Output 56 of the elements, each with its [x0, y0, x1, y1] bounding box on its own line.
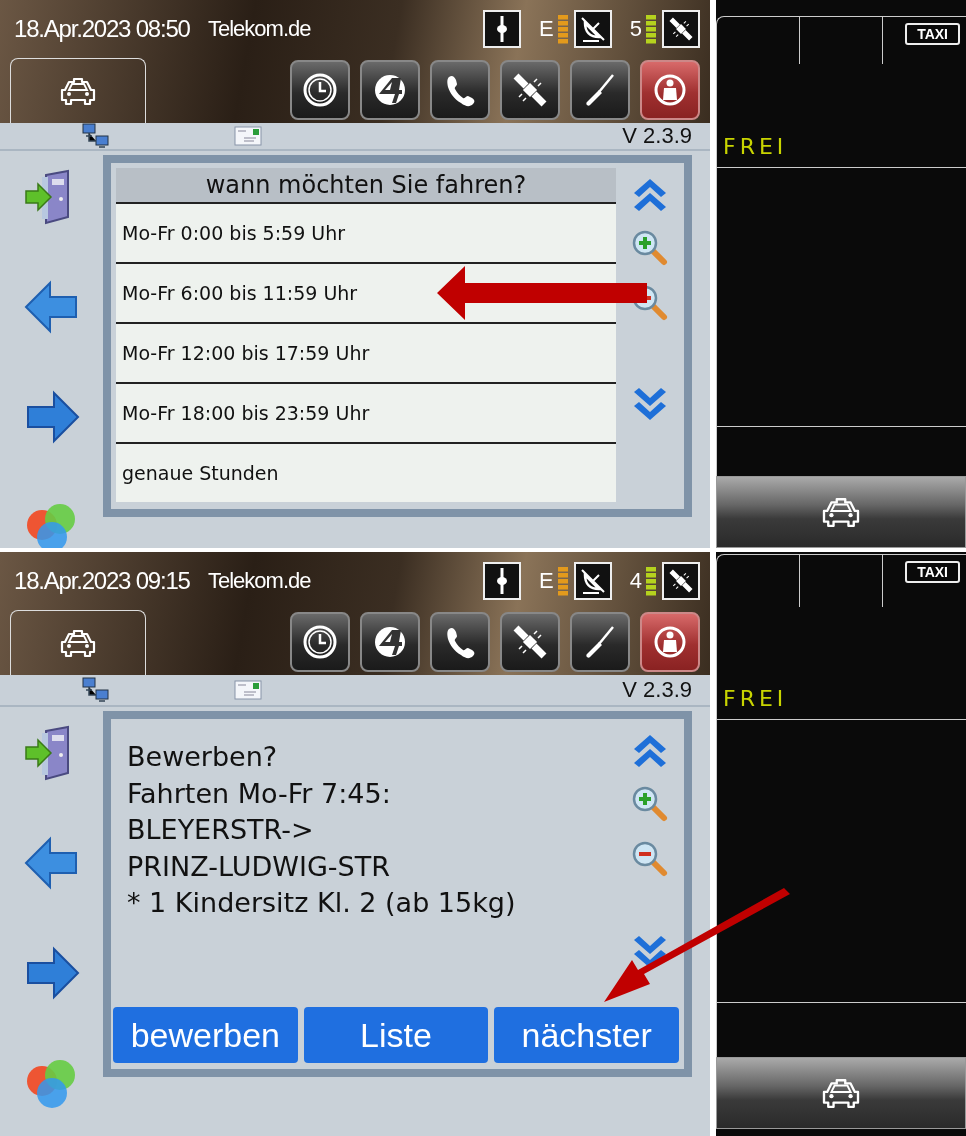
- toolbar-button[interactable]: [290, 612, 350, 672]
- network-computers-icon: [82, 677, 110, 703]
- toolbar-button[interactable]: [570, 60, 630, 120]
- list-item[interactable]: Mo-Fr 18:00 bis 23:59 Uhr: [116, 384, 616, 444]
- network-type: E: [539, 568, 554, 594]
- version-label: V 2.3.9: [622, 123, 692, 149]
- action-button[interactable]: nächster: [494, 1007, 679, 1063]
- message-line: Bewerben?: [127, 740, 279, 774]
- alarm-button[interactable]: [640, 612, 700, 672]
- taxi-button[interactable]: [716, 476, 966, 548]
- list-header: wann möchten Sie fahren?: [116, 168, 616, 204]
- operator-name: Telekom.de: [208, 568, 311, 594]
- list-item[interactable]: Mo-Fr 0:00 bis 5:59 Uhr: [116, 204, 616, 264]
- list-item[interactable]: genaue Stunden: [116, 444, 616, 502]
- zoom-in-icon[interactable]: [630, 228, 670, 268]
- action-button[interactable]: Liste: [303, 1007, 489, 1063]
- operator-name: Telekom.de: [208, 16, 311, 42]
- signal-bars-icon: [646, 566, 656, 596]
- message-line: Fahrten Mo-Fr 7:45:: [127, 776, 392, 811]
- list-item[interactable]: Mo-Fr 12:00 bis 17:59 Uhr: [116, 324, 616, 384]
- date-time: 18.Apr.2023 09:15: [14, 567, 191, 595]
- action-button[interactable]: bewerben: [113, 1007, 298, 1063]
- envelope-icon: [234, 680, 262, 700]
- toolbar-button[interactable]: [360, 60, 420, 120]
- toolbar-button[interactable]: [500, 612, 560, 672]
- taxi-car-icon: [58, 75, 98, 107]
- toolbar-button[interactable]: [360, 612, 420, 672]
- alarm-button[interactable]: [640, 60, 700, 120]
- taxi-button[interactable]: [716, 1057, 966, 1129]
- version-label: V 2.3.9: [622, 677, 692, 703]
- left-arrow-icon[interactable]: [23, 835, 80, 891]
- date-time: 18.Apr.2023 08:50: [14, 15, 191, 43]
- toolbar-button[interactable]: [430, 612, 490, 672]
- zoom-out-icon[interactable]: [630, 839, 670, 879]
- signal-bars-icon: [557, 566, 568, 596]
- toolbar-button[interactable]: [430, 60, 490, 120]
- message-line: BLEYERSTR->: [127, 813, 315, 847]
- signal-bars-icon: [557, 14, 568, 44]
- toolbar-button[interactable]: [290, 60, 350, 120]
- left-arrow-icon[interactable]: [23, 279, 80, 335]
- network-computers-icon: [82, 123, 110, 149]
- satellite-count: 4: [629, 568, 642, 594]
- satellite-count: 5: [629, 16, 642, 42]
- taxi-car-icon: [58, 627, 98, 659]
- message-line: PRINZ-LUDWIG-STR: [127, 849, 391, 884]
- signal-bars-icon: [646, 14, 656, 44]
- zoom-in-icon[interactable]: [630, 784, 670, 824]
- network-type: E: [539, 16, 554, 42]
- message-line: * 1 Kindersitz Kl. 2 (ab 15kg): [127, 886, 517, 920]
- toolbar-button[interactable]: [500, 60, 560, 120]
- taxi-sign: TAXI: [905, 23, 960, 45]
- status-text: FREI: [723, 686, 788, 711]
- toolbar-button[interactable]: [570, 612, 630, 672]
- taxi-sign: TAXI: [905, 561, 960, 583]
- envelope-icon: [234, 126, 262, 146]
- status-text: FREI: [723, 134, 788, 160]
